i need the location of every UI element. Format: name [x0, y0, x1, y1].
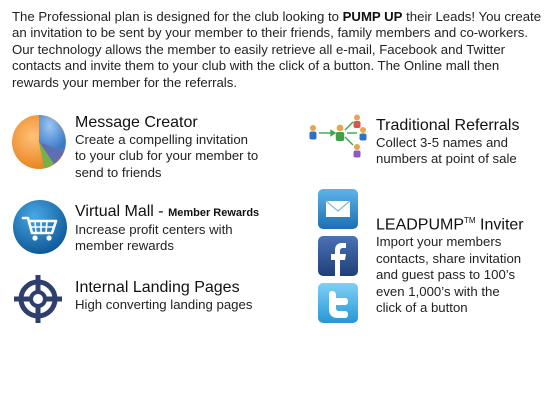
leadpump-title: LEADPUMPTM Inviter	[376, 212, 524, 234]
leadpump-desc-2: contacts, share invitation	[376, 250, 522, 266]
facebook-icon	[318, 236, 358, 276]
feature-message-creator: Message Creator Create a compelling invi…	[75, 114, 258, 181]
leadpump-trademark: TM	[464, 216, 476, 225]
leadpump-desc-1: Import your members	[376, 234, 502, 250]
leadpump-desc-3: and guest pass to 100’s	[376, 267, 516, 283]
shopping-cart-icon	[13, 200, 67, 254]
message-creator-desc-3: send to friends	[75, 164, 162, 180]
traditional-referrals-desc-1: Collect 3-5 names and	[376, 135, 508, 150]
traditional-referrals-desc-2: numbers at point of sale	[376, 151, 517, 167]
virtual-mall-title-main: Virtual Mall -	[75, 203, 169, 220]
virtual-mall-desc-1: Increase profit centers with	[75, 222, 233, 237]
twitter-icon	[318, 283, 358, 323]
target-icon	[14, 275, 62, 323]
feature-traditional-referrals: Traditional Referrals Collect 3-5 names …	[376, 117, 519, 168]
message-creator-title: Message Creator	[75, 114, 198, 131]
referral-network-icon	[309, 114, 367, 158]
message-creator-desc-1: Create a compelling invitation	[75, 132, 248, 147]
feature-landing-pages: Internal Landing Pages High converting l…	[75, 279, 252, 313]
intro-emphasis: PUMP UP	[342, 9, 403, 24]
virtual-mall-desc-2: member rewards	[75, 238, 174, 254]
email-icon	[318, 189, 358, 229]
virtual-mall-subtitle: Member Rewards	[168, 207, 260, 219]
message-creator-desc-2: to your club for your member to	[75, 148, 259, 164]
feature-virtual-mall: Virtual Mall - Member Rewards Increase p…	[75, 203, 259, 255]
intro-text-start: The Professional plan is designed for th…	[12, 9, 343, 24]
virtual-mall-title: Virtual Mall - Member Rewards	[75, 203, 259, 222]
traditional-referrals-title: Traditional Referrals	[376, 117, 520, 134]
leadpump-desc-4: even 1,000’s with the	[376, 283, 500, 299]
landing-pages-desc-1: High converting landing pages	[75, 297, 253, 312]
intro-paragraph: The Professional plan is designed for th…	[12, 9, 542, 91]
leadpump-title-rest: Inviter	[475, 216, 524, 234]
leadpump-title-brand: LEADPUMP	[376, 216, 465, 234]
leadpump-desc-5: click of a button	[376, 299, 468, 315]
landing-pages-title: Internal Landing Pages	[75, 279, 240, 296]
pie-chart-icon	[12, 115, 66, 169]
feature-leadpump-inviter: LEADPUMPTM Inviter Import your members c…	[376, 212, 524, 316]
